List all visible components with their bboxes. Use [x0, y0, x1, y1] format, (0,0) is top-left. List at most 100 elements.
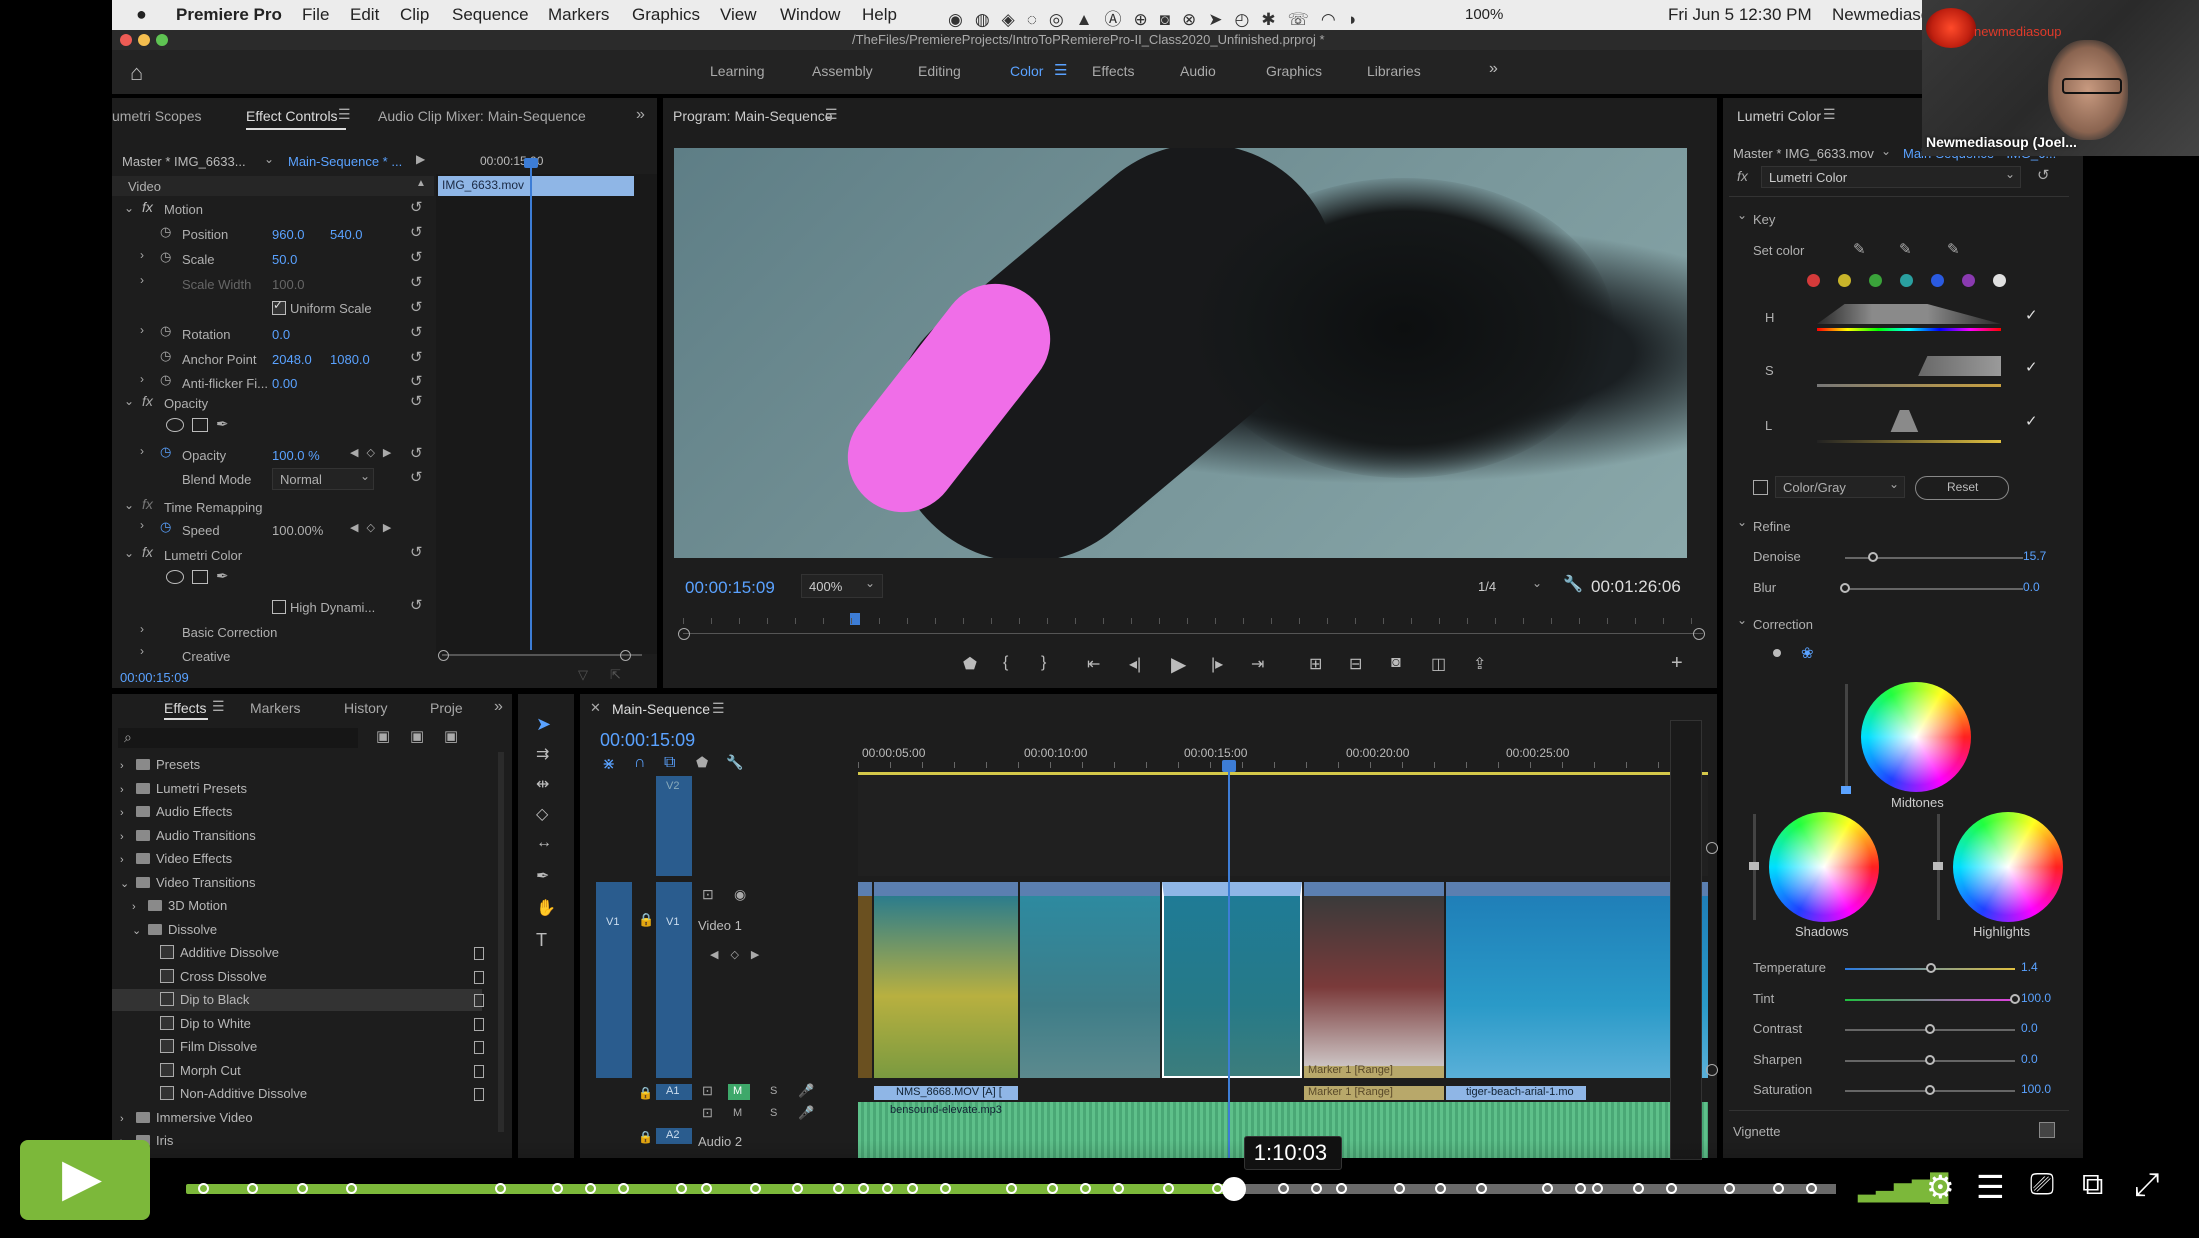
timeline-menu-icon[interactable]: ☰	[712, 700, 725, 717]
chapter-marker[interactable]	[1591, 1183, 1603, 1194]
scale-reset-icon[interactable]: ↺	[410, 248, 423, 266]
scale-width-expand-icon[interactable]: ›	[140, 273, 144, 287]
swatch-cyan[interactable]	[1900, 274, 1913, 287]
saturation-range-slider[interactable]	[1817, 356, 2001, 376]
work-area-bar[interactable]	[858, 772, 1708, 775]
player-fullscreen-icon[interactable]: ⤢	[2134, 1166, 2160, 1204]
menu-sequence[interactable]: Sequence	[452, 0, 529, 30]
shadows-color-wheel[interactable]	[1769, 812, 1879, 922]
uniform-scale-reset-icon[interactable]: ↺	[410, 298, 423, 316]
menu-app-name[interactable]: Premiere Pro	[176, 0, 282, 30]
a1b-mic-icon[interactable]: 🎤	[798, 1105, 814, 1121]
menu-file[interactable]: File	[302, 0, 329, 30]
effects-tree-item[interactable]: › Audio Transitions	[112, 825, 482, 847]
position-reset-icon[interactable]: ↺	[410, 223, 423, 241]
32bit-effects-icon[interactable]: ▣	[410, 727, 424, 745]
contrast-slider-knob[interactable]	[1925, 1024, 1935, 1034]
rotation-reset-icon[interactable]: ↺	[410, 323, 423, 341]
tint-slider-track[interactable]	[1845, 999, 2015, 1001]
high-dynamic-checkbox[interactable]	[272, 600, 286, 614]
master-clip-label[interactable]: Master * IMG_6633...	[122, 154, 246, 169]
effects-tree-item[interactable]: Non-Additive Dissolve	[112, 1083, 484, 1105]
program-scrubber-end[interactable]	[1693, 628, 1705, 640]
creative-expand-icon[interactable]: ›	[140, 644, 144, 658]
shadows-luma-handle[interactable]	[1749, 862, 1759, 870]
timeline-playhead[interactable]	[1228, 768, 1230, 1158]
chapter-marker[interactable]	[197, 1183, 209, 1194]
ec-timecode[interactable]: 00:00:15:09	[120, 670, 189, 685]
lumetri-ellipse-mask-icon[interactable]	[166, 570, 184, 584]
ec-playhead[interactable]	[530, 160, 532, 650]
saturation-value[interactable]: 100.0	[2021, 1082, 2051, 1096]
workspace-audio[interactable]: Audio	[1180, 63, 1216, 79]
scale-stopwatch-icon[interactable]: ◷	[160, 249, 171, 265]
timeline-close-icon[interactable]: ✕	[590, 700, 601, 716]
player-progress-knob[interactable]	[1221, 1177, 1246, 1201]
a1-lock-icon[interactable]: 🔒	[638, 1086, 653, 1100]
rotation-value[interactable]: 0.0	[272, 327, 290, 342]
menu-graphics[interactable]: Graphics	[632, 0, 700, 30]
program-scrubber-bar[interactable]	[683, 633, 1703, 634]
ripple-edit-tool-icon[interactable]: ⇹	[536, 774, 549, 794]
v1-track-patch[interactable]	[656, 882, 692, 1078]
swatch-green[interactable]	[1869, 274, 1882, 287]
anchor-x-value[interactable]: 2048.0	[272, 352, 312, 367]
program-scrubber-start[interactable]	[678, 628, 690, 640]
tab-audio-clip-mixer[interactable]: Audio Clip Mixer: Main-Sequence	[378, 108, 586, 124]
lumetri-fx-icon[interactable]: fx	[142, 544, 153, 560]
chapter-marker[interactable]	[1006, 1183, 1017, 1194]
timeline-clip-img6473[interactable]: IMG_6473.mov	[1020, 882, 1160, 1078]
ec-export-icon[interactable]: ⇱	[610, 667, 621, 683]
antiflicker-stopwatch-icon[interactable]: ◷	[160, 372, 171, 388]
a1b-sync-icon[interactable]: ⊡	[702, 1105, 713, 1121]
scroll-up-icon[interactable]: ▲	[416, 178, 426, 189]
rotation-expand-icon[interactable]: ›	[140, 323, 144, 337]
motion-chevron-icon[interactable]: ⌄	[124, 201, 134, 215]
magnet-icon[interactable]: ∩	[634, 754, 646, 772]
snap-icon[interactable]: ⋇	[602, 754, 615, 774]
chevron-right-icon[interactable]: ›	[120, 779, 136, 801]
workspace-graphics[interactable]: Graphics	[1266, 63, 1322, 79]
midtones-luma-handle[interactable]	[1841, 786, 1851, 794]
workspace-assembly[interactable]: Assembly	[812, 63, 873, 79]
play-button-icon[interactable]: ▶	[1171, 652, 1186, 677]
workspace-libraries[interactable]: Libraries	[1367, 63, 1421, 79]
opacity-section-reset-icon[interactable]: ↺	[410, 392, 423, 410]
chevron-right-icon[interactable]: ›	[120, 755, 136, 777]
quality-value[interactable]: 1/4	[1478, 579, 1496, 594]
antiflicker-reset-icon[interactable]: ↺	[410, 372, 423, 390]
effects-tree-item[interactable]: › Lumetri Presets	[112, 778, 482, 800]
effects-menu-icon[interactable]: ☰	[212, 698, 225, 715]
swatch-red[interactable]	[1807, 274, 1820, 287]
a1-solo-label[interactable]: S	[770, 1085, 777, 1097]
color-gray-dropdown-icon[interactable]: ⌄	[1889, 477, 1899, 491]
denoise-value[interactable]: 15.7	[2023, 549, 2046, 563]
opacity-chevron-icon[interactable]: ⌄	[124, 394, 134, 408]
effects-tree-item[interactable]: Film Dissolve	[112, 1036, 484, 1058]
ec-zoom-scrollbar[interactable]	[442, 654, 642, 656]
tab-project[interactable]: Proje	[430, 700, 463, 716]
lumetri-master-dropdown-icon[interactable]: ⌄	[1881, 144, 1891, 158]
scale-value[interactable]: 50.0	[272, 252, 297, 267]
position-stopwatch-icon[interactable]: ◷	[160, 224, 171, 240]
opacity-expand-icon[interactable]: ›	[140, 444, 144, 458]
lift-icon[interactable]: ⊞	[1309, 654, 1322, 674]
timeline-timecode[interactable]: 00:00:15:09	[600, 730, 695, 751]
player-settings-icon[interactable]: ⚙	[1926, 1168, 1955, 1206]
effects-tree-item[interactable]: › Presets	[112, 754, 482, 776]
tint-slider-knob[interactable]	[2010, 994, 2020, 1004]
rotation-stopwatch-icon[interactable]: ◷	[160, 323, 171, 339]
opacity-stopwatch-icon[interactable]: ◷	[160, 444, 171, 460]
chevron-down-icon[interactable]: ⌄	[120, 873, 136, 895]
speed-expand-icon[interactable]: ›	[140, 518, 144, 532]
sharpen-slider-knob[interactable]	[1925, 1055, 1935, 1065]
selection-tool-icon[interactable]: ➤	[536, 714, 551, 735]
v1-keyframe-nav-icon[interactable]: ◀◇▶	[710, 948, 771, 961]
program-video-frame[interactable]	[674, 148, 1687, 558]
lumetri-pen-mask-icon[interactable]: ✒	[216, 567, 229, 585]
fx-badge-icon[interactable]: fx	[142, 199, 153, 215]
chevron-right-icon[interactable]: ›	[120, 849, 136, 871]
vr-export-icon[interactable]: ⇪	[1473, 654, 1486, 674]
razor-tool-icon[interactable]: ◇	[536, 804, 548, 824]
ellipse-mask-icon[interactable]	[166, 418, 184, 432]
